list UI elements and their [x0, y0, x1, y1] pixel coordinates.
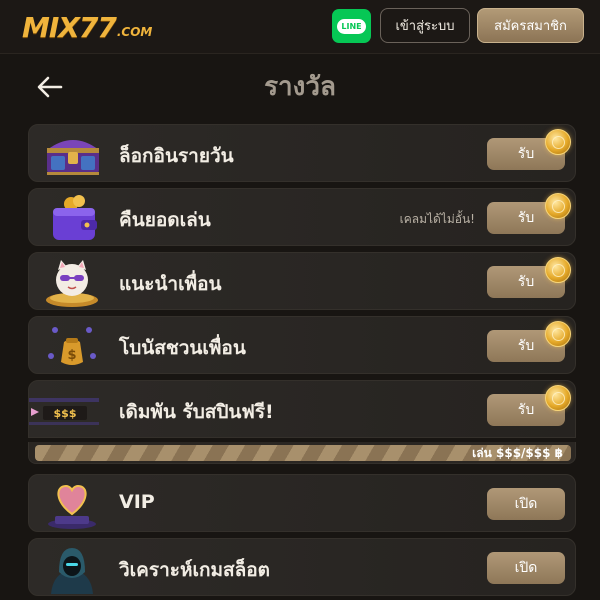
reward-row-free-spin[interactable]: $$$ เดิมพัน รับสปินฟรี! รับ — [28, 380, 576, 438]
reward-note: เคลมได้ไม่อั้น! — [399, 212, 475, 226]
line-icon: LINE — [337, 18, 366, 34]
reward-label: แนะนำเพื่อน — [119, 273, 222, 295]
page-title: รางวัล — [264, 72, 336, 102]
slot-ticket-icon: $$$ — [29, 398, 99, 425]
coin-icon — [545, 321, 571, 347]
reward-row-invite-bonus[interactable]: $ โบนัสชวนเพื่อน รับ — [28, 316, 576, 374]
ticket-text: $$$ — [54, 407, 77, 420]
feature-row-vip[interactable]: VIP เปิด — [28, 474, 576, 532]
progress-bar: เล่น $$$/$$$ ฿ — [35, 445, 571, 461]
money-bag-icon: $ — [48, 327, 96, 365]
feature-row-slot-analysis[interactable]: วิเคราะห์เกมสล็อต เปิด — [28, 538, 576, 596]
coin-icon — [545, 257, 571, 283]
reward-label: คืนยอดเล่น — [119, 209, 211, 231]
open-button[interactable]: เปิด — [487, 552, 565, 584]
treasure-chest-icon — [47, 140, 99, 175]
vip-heart-icon — [48, 484, 96, 529]
lucky-cat-icon — [46, 260, 98, 307]
feature-label: VIP — [119, 491, 155, 513]
hooded-analyst-icon — [51, 548, 93, 594]
svg-text:$: $ — [67, 348, 76, 363]
progress-text: เล่น $$$/$$$ ฿ — [472, 446, 563, 460]
feature-label: วิเคราะห์เกมสล็อต — [119, 559, 270, 581]
register-button[interactable]: สมัครสมาชิก — [477, 8, 584, 43]
reward-row-daily-login[interactable]: ล็อกอินรายวัน รับ — [28, 124, 576, 182]
reward-label: โบนัสชวนเพื่อน — [119, 337, 246, 359]
logo-text: MIX77 — [22, 11, 117, 44]
reward-label: เดิมพัน รับสปินฟรี! — [119, 401, 274, 423]
spin-progress: เล่น $$$/$$$ ฿ — [28, 442, 576, 464]
login-button[interactable]: เข้าสู่ระบบ — [380, 8, 470, 43]
reward-row-refer-friend[interactable]: แนะนำเพื่อน รับ — [28, 252, 576, 310]
coin-icon — [545, 129, 571, 155]
site-logo[interactable]: MIX77 .COM — [22, 10, 152, 44]
reward-label: ล็อกอินรายวัน — [119, 145, 234, 167]
line-button[interactable]: LINE — [332, 9, 371, 43]
coin-icon — [545, 385, 571, 411]
open-button[interactable]: เปิด — [487, 488, 565, 520]
reward-row-cashback[interactable]: คืนยอดเล่น เคลมได้ไม่อั้น! รับ — [28, 188, 576, 246]
top-header: MIX77 .COM LINE เข้าสู่ระบบ สมัครสมาชิก — [0, 0, 600, 54]
wallet-icon — [53, 195, 97, 240]
coin-icon — [545, 193, 571, 219]
logo-tld: .COM — [116, 25, 153, 39]
